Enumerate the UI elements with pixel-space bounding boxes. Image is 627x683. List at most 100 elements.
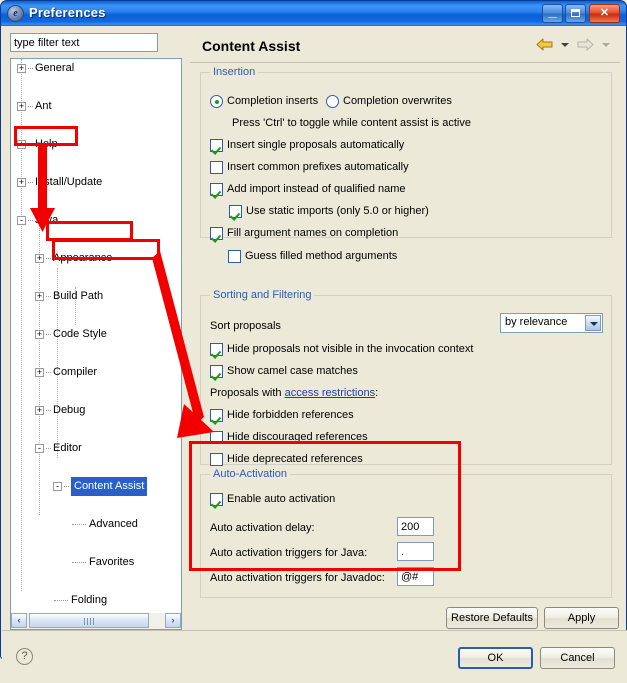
expand-icon[interactable]: + bbox=[35, 330, 44, 339]
sorting-filtering-group: Sorting and Filtering Sort proposals by … bbox=[200, 289, 612, 466]
tree-item-label: Help bbox=[35, 138, 58, 150]
checkbox-hide-discouraged[interactable] bbox=[210, 431, 223, 444]
checkbox-add-import[interactable] bbox=[210, 183, 223, 196]
checkbox-insert-single-proposals-label: Insert single proposals automatically bbox=[227, 139, 405, 151]
sort-proposals-chevron-down-icon[interactable] bbox=[585, 315, 601, 331]
checkbox-hide-forbidden-label: Hide forbidden references bbox=[227, 409, 354, 421]
auto-activation-delay-input[interactable] bbox=[397, 517, 434, 536]
tree-item-debug[interactable]: + Debug bbox=[11, 401, 181, 420]
checkbox-hide-deprecated[interactable] bbox=[210, 453, 223, 466]
access-restrictions-text: Proposals with access restrictions: bbox=[210, 387, 378, 400]
scroll-right-arrow-icon[interactable]: › bbox=[165, 613, 181, 628]
expand-icon[interactable]: + bbox=[17, 140, 26, 149]
tree-item-help[interactable]: + Help bbox=[11, 135, 181, 154]
checkbox-hide-not-visible[interactable] bbox=[210, 343, 223, 356]
tree-item-label: Compiler bbox=[53, 366, 98, 378]
insertion-group: Insertion Completion inserts Completion … bbox=[200, 66, 612, 240]
checkbox-show-camel-case[interactable] bbox=[210, 365, 223, 378]
tree-item-content-assist[interactable]: - Content Assist bbox=[11, 477, 181, 496]
auto-activation-triggers-java-label: Auto activation triggers for Java: bbox=[210, 547, 368, 559]
preference-tree: + General + Ant + Help + Install/Update - Java + Ap… bbox=[11, 59, 181, 606]
access-restrictions-suffix: : bbox=[375, 387, 379, 399]
tree-connector bbox=[28, 182, 33, 184]
minimize-button[interactable]: _ bbox=[542, 4, 563, 23]
maximize-button[interactable] bbox=[565, 4, 586, 23]
tree-item-advanced[interactable]: Advanced bbox=[11, 515, 181, 534]
checkbox-insert-single-proposals[interactable] bbox=[210, 139, 223, 152]
ok-button[interactable]: OK bbox=[458, 647, 533, 669]
checkbox-fill-argument-names[interactable] bbox=[210, 227, 223, 240]
checkbox-enable-auto-activation-label: Enable auto activation bbox=[227, 493, 336, 505]
preference-tree-panel[interactable]: + General + Ant + Help + Install/Update - Java + Ap… bbox=[10, 58, 182, 613]
tree-item-ant[interactable]: + Ant bbox=[11, 97, 181, 116]
forward-arrow-icon bbox=[576, 38, 598, 51]
tree-item-label: Build Path bbox=[53, 290, 104, 302]
expand-icon[interactable]: + bbox=[35, 254, 44, 263]
tree-item-java[interactable]: - Java bbox=[11, 211, 181, 230]
tree-item-install-update[interactable]: + Install/Update bbox=[11, 173, 181, 192]
checkbox-enable-auto-activation[interactable] bbox=[210, 493, 223, 506]
collapse-icon[interactable]: - bbox=[17, 216, 26, 225]
preference-page: Content Assist Insertion Completion inse… bbox=[190, 31, 620, 629]
scrollbar-thumb[interactable] bbox=[29, 613, 149, 628]
tree-item-folding[interactable]: Folding bbox=[11, 591, 181, 610]
access-restrictions-prefix: Proposals with bbox=[210, 387, 285, 399]
tree-item-build-path[interactable]: + Build Path bbox=[11, 287, 181, 306]
tree-item-label: Debug bbox=[53, 404, 86, 416]
tree-horizontal-scrollbar[interactable]: ‹ › bbox=[10, 613, 182, 630]
tree-connector bbox=[72, 524, 86, 526]
auto-activation-triggers-java-input[interactable] bbox=[397, 542, 434, 561]
tree-connector bbox=[54, 600, 68, 602]
tree-item-general[interactable]: + General bbox=[11, 59, 181, 78]
tree-connector bbox=[46, 258, 51, 260]
tree-connector bbox=[28, 220, 33, 222]
expand-icon[interactable]: + bbox=[35, 292, 44, 301]
window-title: Preferences bbox=[29, 5, 106, 20]
sort-proposals-label: Sort proposals bbox=[210, 320, 281, 332]
radio-completion-inserts[interactable] bbox=[210, 95, 223, 108]
cancel-button[interactable]: Cancel bbox=[540, 647, 615, 669]
tree-item-code-style[interactable]: + Code Style bbox=[11, 325, 181, 344]
checkbox-hide-forbidden[interactable] bbox=[210, 409, 223, 422]
checkbox-guess-filled-method-arguments-label: Guess filled method arguments bbox=[245, 250, 398, 262]
tree-item-label: Favorites bbox=[89, 556, 135, 568]
expand-icon[interactable]: + bbox=[35, 406, 44, 415]
collapse-icon[interactable]: - bbox=[35, 444, 44, 453]
help-icon[interactable]: ? bbox=[16, 648, 33, 665]
back-arrow-icon[interactable] bbox=[535, 38, 557, 51]
tree-item-favorites[interactable]: Favorites bbox=[11, 553, 181, 572]
sort-proposals-combo[interactable]: by relevance bbox=[500, 313, 603, 333]
restore-defaults-button[interactable]: Restore Defaults bbox=[446, 607, 538, 629]
close-button[interactable]: ✕ bbox=[589, 4, 620, 23]
tree-item-label: Editor bbox=[53, 442, 82, 454]
dialog-button-bar: ? OK Cancel bbox=[2, 631, 627, 683]
apply-button[interactable]: Apply bbox=[544, 607, 619, 629]
checkbox-fill-argument-names-label: Fill argument names on completion bbox=[227, 227, 399, 239]
title-divider bbox=[190, 62, 620, 63]
checkbox-guess-filled-method-arguments[interactable] bbox=[228, 250, 241, 263]
collapse-icon[interactable]: - bbox=[53, 482, 62, 491]
tree-connector bbox=[28, 106, 33, 108]
expand-icon[interactable]: + bbox=[17, 178, 26, 187]
access-restrictions-link[interactable]: access restrictions bbox=[285, 387, 375, 399]
back-dropdown-chevron-down-icon[interactable] bbox=[560, 42, 569, 47]
tree-item-label: Appearance bbox=[53, 252, 113, 264]
tree-item-appearance[interactable]: + Appearance bbox=[11, 249, 181, 268]
tree-item-compiler[interactable]: + Compiler bbox=[11, 363, 181, 382]
expand-icon[interactable]: + bbox=[17, 102, 26, 111]
checkbox-insert-common-prefixes[interactable] bbox=[210, 161, 223, 174]
auto-activation-triggers-javadoc-input[interactable] bbox=[397, 567, 434, 586]
close-icon: ✕ bbox=[599, 7, 610, 19]
expand-icon[interactable]: + bbox=[35, 368, 44, 377]
tree-connector bbox=[72, 562, 86, 564]
tree-connector bbox=[46, 372, 51, 374]
checkbox-use-static-imports[interactable] bbox=[229, 205, 242, 218]
forward-dropdown-chevron-down-icon bbox=[602, 42, 610, 47]
sort-proposals-value: by relevance bbox=[505, 316, 568, 328]
scroll-left-arrow-icon[interactable]: ‹ bbox=[11, 613, 27, 628]
scrollbar-grip-icon bbox=[84, 618, 94, 625]
expand-icon[interactable]: + bbox=[17, 64, 26, 73]
tree-item-editor[interactable]: - Editor bbox=[11, 439, 181, 458]
radio-completion-overwrites[interactable] bbox=[326, 95, 339, 108]
filter-input[interactable] bbox=[10, 33, 158, 52]
